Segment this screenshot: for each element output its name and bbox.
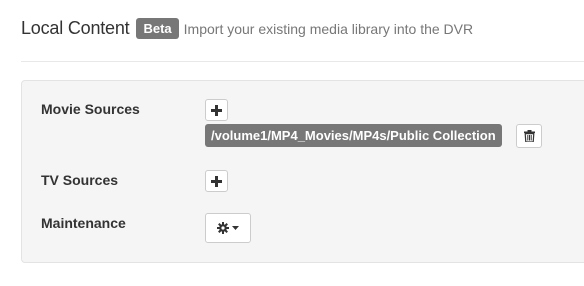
maintenance-label: Maintenance	[41, 215, 126, 231]
page-title: Local Content	[21, 18, 130, 38]
maintenance-menu-button[interactable]	[205, 213, 251, 243]
add-movie-source-button[interactable]	[205, 99, 228, 121]
beta-badge: Beta	[136, 18, 179, 39]
add-tv-source-button[interactable]	[205, 170, 228, 192]
tv-sources-label: TV Sources	[41, 172, 119, 188]
trash-icon	[523, 130, 535, 142]
header-divider	[21, 61, 584, 62]
caret-down-icon	[232, 226, 239, 230]
plus-icon	[211, 175, 222, 187]
remove-movie-source-button[interactable]	[516, 124, 542, 148]
gear-icon	[217, 222, 229, 234]
plus-icon	[211, 104, 222, 116]
settings-panel: Movie Sources /volume1/MP4_Movies/MP4s/P…	[21, 80, 584, 263]
movie-sources-label: Movie Sources	[41, 101, 140, 117]
page-subtitle: Import your existing media library into …	[183, 20, 474, 37]
movie-source-path: /volume1/MP4_Movies/MP4s/Public Collecti…	[205, 124, 502, 147]
page-header: Local Content Beta Import your existing …	[21, 18, 473, 39]
